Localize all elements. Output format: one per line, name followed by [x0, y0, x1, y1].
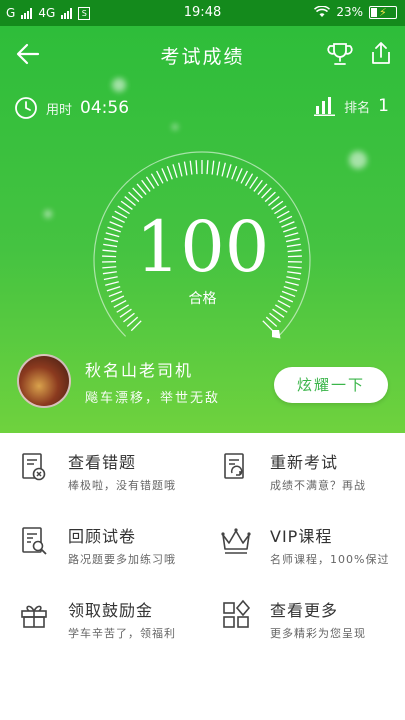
time-value: 04:56 [80, 98, 130, 118]
wifi-icon [314, 6, 331, 17]
gauge-tick [269, 312, 281, 323]
user-info: 秋名山老司机 飚车漂移，举世无敌 [17, 354, 220, 408]
gift-icon [21, 605, 47, 628]
gauge-tick [195, 160, 198, 175]
menu-item-title: 重新考试 [270, 453, 339, 472]
menu-item-title: 查看更多 [270, 601, 339, 620]
menu-bonus[interactable]: 领取鼓励金学车辛苦了，领福利 [18, 597, 218, 667]
gauge-tick [156, 170, 164, 184]
gauge-tick [150, 173, 160, 187]
menu-item-subtitle: 名师课程，100%保过 [270, 553, 390, 566]
gauge-tick [271, 200, 284, 210]
menu-item-subtitle: 学车辛苦了，领福利 [68, 627, 176, 640]
gauge-tick [178, 162, 183, 177]
gauge-tick [189, 160, 193, 175]
gauge-tick [244, 173, 254, 187]
trophy-icon[interactable] [326, 40, 354, 68]
user-motto: 飚车漂移，举世无敌 [85, 390, 221, 406]
gauge-tick [235, 168, 243, 182]
review-paper-icon [22, 527, 47, 555]
gauge-tick [172, 164, 178, 178]
rank-label: 排名 [344, 100, 371, 116]
time-used: 用时 04:56 [14, 96, 129, 120]
pass-label: 合格 [188, 291, 217, 307]
time-label: 用时 [46, 102, 73, 118]
more-apps-icon [223, 599, 251, 628]
gauge-tick [240, 170, 248, 184]
battery-icon: ⚡ [369, 5, 397, 19]
score-value: 100 [135, 206, 270, 288]
result-hero: 考试成绩 用时 04:56 排名 1 100 合格 秋名山老司机 飚车漂移，举世… [0, 26, 405, 433]
share-icon[interactable] [367, 39, 395, 67]
menu-vip-course[interactable]: VIP课程名师课程，100%保过 [220, 523, 405, 593]
gauge-tick [231, 165, 238, 180]
menu-item-title: 回顾试卷 [68, 527, 137, 546]
menu-item-title: 领取鼓励金 [68, 601, 154, 620]
gauge-tick [161, 168, 169, 182]
clock-icon [15, 97, 37, 119]
menu-wrong-questions[interactable]: 查看错题棒极啦，没有错题哦 [18, 449, 218, 519]
gauge-tick [249, 176, 259, 189]
gauge-tick [119, 308, 132, 318]
battery-percent: 23% [336, 5, 363, 19]
menu-item-subtitle: 更多精彩为您呈现 [270, 627, 366, 640]
crown-icon [221, 528, 251, 554]
gauge-tick [145, 176, 155, 189]
bar-chart-icon [314, 97, 336, 116]
gauge-tick [272, 308, 285, 318]
menu-item-subtitle: 棒极啦，没有错题哦 [68, 479, 176, 492]
wrong-questions-icon [22, 453, 46, 481]
menu-item-subtitle: 成绩不满意？再战 [270, 479, 366, 492]
decor-dot [172, 124, 178, 130]
gauge-tick [183, 161, 188, 176]
gauge-tick [221, 162, 226, 177]
gauge-tick [253, 179, 263, 192]
gauge-tick [211, 160, 215, 175]
gauge-tick [166, 165, 173, 180]
menu-item-title: VIP课程 [270, 527, 333, 546]
avatar[interactable] [17, 354, 71, 408]
retake-exam-icon [224, 453, 244, 479]
menu-item-subtitle: 路况题要多加练习哦 [68, 553, 176, 566]
user-name: 秋名山老司机 [85, 360, 194, 380]
decor-dot [349, 151, 367, 169]
status-bar: G 4G S 19:48 23% ⚡ [0, 0, 405, 26]
menu-more[interactable]: 查看更多更多精彩为您呈现 [220, 597, 405, 667]
gauge-tick [120, 200, 133, 210]
rank[interactable]: 排名 1 [314, 96, 389, 116]
gauge-tick [206, 160, 209, 175]
gauge-tick [285, 281, 299, 286]
rank-value: 1 [378, 96, 389, 116]
top-bar: 考试成绩 [0, 26, 405, 82]
show-off-button[interactable]: 炫耀一下 [274, 367, 388, 403]
gauge-tick [123, 312, 135, 323]
menu-review-paper[interactable]: 回顾试卷路况题要多加练习哦 [18, 523, 218, 593]
gauge-tick [141, 179, 151, 192]
gauge-tick [216, 161, 221, 176]
status-right: 23% ⚡ [314, 5, 397, 19]
gauge-tick [226, 164, 232, 178]
menu-retake-exam[interactable]: 重新考试成绩不满意？再战 [220, 449, 405, 519]
menu-item-title: 查看错题 [68, 453, 137, 472]
gauge-tick [105, 281, 119, 286]
